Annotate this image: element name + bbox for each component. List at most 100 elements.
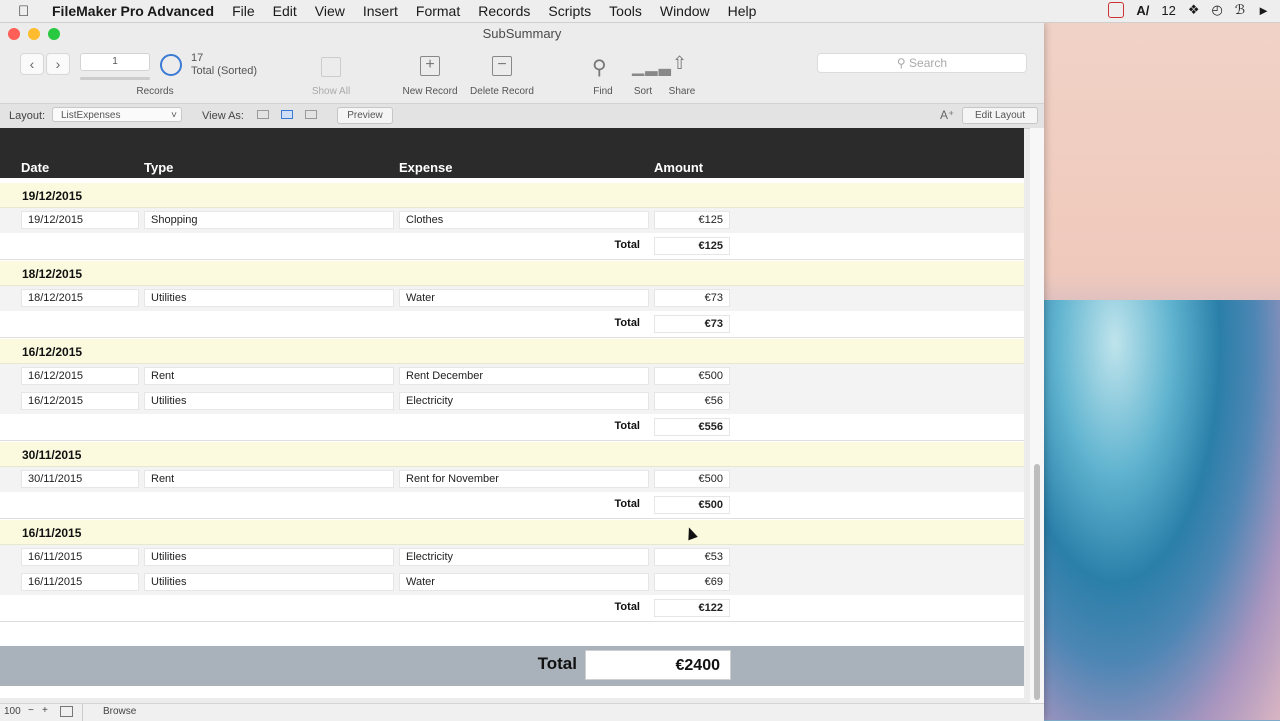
delete-record-button[interactable]: Delete Record <box>466 86 538 97</box>
date-field[interactable]: 16/11/2015 <box>21 573 139 591</box>
found-set-pie-icon[interactable] <box>160 54 182 76</box>
expense-field[interactable]: Electricity <box>399 548 649 566</box>
date-field[interactable]: 18/12/2015 <box>21 289 139 307</box>
table-row[interactable]: 16/11/2015 Utilities Water €69 <box>0 570 1024 595</box>
type-field[interactable]: Utilities <box>144 289 394 307</box>
menu-help[interactable]: Help <box>728 3 757 19</box>
new-record-button[interactable]: New Record <box>398 86 462 97</box>
apple-menu-icon[interactable]:  <box>18 3 34 20</box>
expense-field[interactable]: Rent for November <box>399 470 649 488</box>
table-row[interactable]: 16/12/2015 Utilities Electricity €56 <box>0 389 1024 414</box>
amount-field[interactable]: €500 <box>654 470 730 488</box>
preview-button[interactable]: Preview <box>337 107 393 124</box>
menu-edit[interactable]: Edit <box>273 3 297 19</box>
date-field[interactable]: 16/11/2015 <box>21 548 139 566</box>
close-button[interactable] <box>8 28 20 40</box>
date-field[interactable]: 30/11/2015 <box>21 470 139 488</box>
zoom-button[interactable] <box>48 28 60 40</box>
expense-field[interactable]: Clothes <box>399 211 649 229</box>
title-bar: SubSummary <box>0 23 1044 43</box>
expense-field[interactable]: Water <box>399 573 649 591</box>
subtotal-field[interactable]: €556 <box>654 418 730 436</box>
subtotal-field[interactable]: €500 <box>654 496 730 514</box>
type-field[interactable]: Shopping <box>144 211 394 229</box>
record-number-field[interactable]: 1 <box>80 53 150 71</box>
table-row[interactable]: 16/11/2015 Utilities Electricity €53 <box>0 545 1024 570</box>
subtotal-field[interactable]: €125 <box>654 237 730 255</box>
subtotal-field[interactable]: €122 <box>654 599 730 617</box>
scrollbar-thumb[interactable] <box>1034 464 1040 700</box>
amount-field[interactable]: €69 <box>654 573 730 591</box>
expense-field[interactable]: Rent December <box>399 367 649 385</box>
edit-layout-button[interactable]: Edit Layout <box>962 107 1038 124</box>
zoom-in-icon[interactable]: + <box>42 705 48 716</box>
table-view-icon[interactable] <box>305 110 317 119</box>
show-all-button[interactable]: Show All <box>306 86 356 97</box>
adobe-icon[interactable]: A/ <box>1136 3 1149 18</box>
date-field[interactable]: 19/12/2015 <box>21 211 139 229</box>
amount-field[interactable]: €500 <box>654 367 730 385</box>
minimize-button[interactable] <box>28 28 40 40</box>
search-input[interactable]: ⚲ Search <box>817 53 1027 73</box>
vertical-scrollbar[interactable] <box>1030 128 1044 703</box>
menu-records[interactable]: Records <box>478 3 530 19</box>
header-date[interactable]: Date <box>21 160 49 175</box>
mode-label[interactable]: Browse <box>103 706 136 717</box>
header-expense[interactable]: Expense <box>399 160 452 175</box>
sort-button[interactable]: Sort <box>628 86 658 97</box>
form-view-icon[interactable] <box>257 110 269 119</box>
menu-insert[interactable]: Insert <box>363 3 398 19</box>
date-field[interactable]: 16/12/2015 <box>21 392 139 410</box>
new-record-icon[interactable]: + <box>420 56 440 76</box>
font-size-icon[interactable]: A⁺ <box>940 108 954 122</box>
table-row[interactable]: 16/12/2015 Rent Rent December €500 <box>0 364 1024 389</box>
table-row[interactable]: 30/11/2015 Rent Rent for November €500 <box>0 467 1024 492</box>
grand-total-field[interactable]: €2400 <box>585 650 731 680</box>
type-field[interactable]: Utilities <box>144 392 394 410</box>
amount-field[interactable]: €73 <box>654 289 730 307</box>
share-button[interactable]: Share <box>664 86 700 97</box>
volume-icon[interactable]: ► <box>1257 3 1270 18</box>
type-field[interactable]: Utilities <box>144 573 394 591</box>
time-machine-icon[interactable]: ◴ <box>1212 2 1223 18</box>
next-record-button[interactable]: › <box>46 53 70 75</box>
delete-record-icon[interactable]: − <box>492 56 512 76</box>
menu-file[interactable]: File <box>232 3 255 19</box>
date-field[interactable]: 16/12/2015 <box>21 367 139 385</box>
header-type[interactable]: Type <box>144 160 173 175</box>
expense-field[interactable]: Electricity <box>399 392 649 410</box>
find-icon[interactable]: ⚲ <box>592 55 607 80</box>
menu-tools[interactable]: Tools <box>609 3 642 19</box>
layout-select[interactable]: ListExpenses ˅ <box>52 107 182 122</box>
menu-format[interactable]: Format <box>416 3 460 19</box>
header-amount[interactable]: Amount <box>654 160 703 175</box>
zoom-out-icon[interactable]: − <box>28 705 34 716</box>
list-view-icon[interactable] <box>281 110 293 119</box>
show-all-icon[interactable] <box>321 57 341 77</box>
type-field[interactable]: Rent <box>144 367 394 385</box>
previous-record-button[interactable]: ‹ <box>20 53 44 75</box>
table-row[interactable]: 18/12/2015 Utilities Water €73 <box>0 286 1024 311</box>
type-field[interactable]: Rent <box>144 470 394 488</box>
menu-scripts[interactable]: Scripts <box>548 3 591 19</box>
app-menu[interactable]: FileMaker Pro Advanced <box>52 3 214 19</box>
share-icon[interactable]: ⇧ <box>672 53 687 74</box>
type-field[interactable]: Utilities <box>144 548 394 566</box>
calendar-icon[interactable] <box>1108 2 1125 18</box>
table-row[interactable]: 19/12/2015 Shopping Clothes €125 <box>0 208 1024 233</box>
record-slider[interactable] <box>80 77 150 80</box>
menu-view[interactable]: View <box>315 3 345 19</box>
expense-field[interactable]: Water <box>399 289 649 307</box>
subtotal-field[interactable]: €73 <box>654 315 730 333</box>
toggle-toolbar-icon[interactable] <box>60 706 73 717</box>
amount-field[interactable]: €125 <box>654 211 730 229</box>
dropbox-icon[interactable]: ❖ <box>1188 2 1200 18</box>
subtotal-row: Total €556 <box>0 414 1024 441</box>
menu-window[interactable]: Window <box>660 3 710 19</box>
find-button[interactable]: Find <box>588 86 618 97</box>
bluetooth-icon[interactable]: ℬ <box>1235 2 1245 18</box>
amount-field[interactable]: €56 <box>654 392 730 410</box>
amount-field[interactable]: €53 <box>654 548 730 566</box>
zoom-level[interactable]: 100 <box>4 706 21 717</box>
sort-icon[interactable]: ▁▂▃ <box>632 57 672 77</box>
